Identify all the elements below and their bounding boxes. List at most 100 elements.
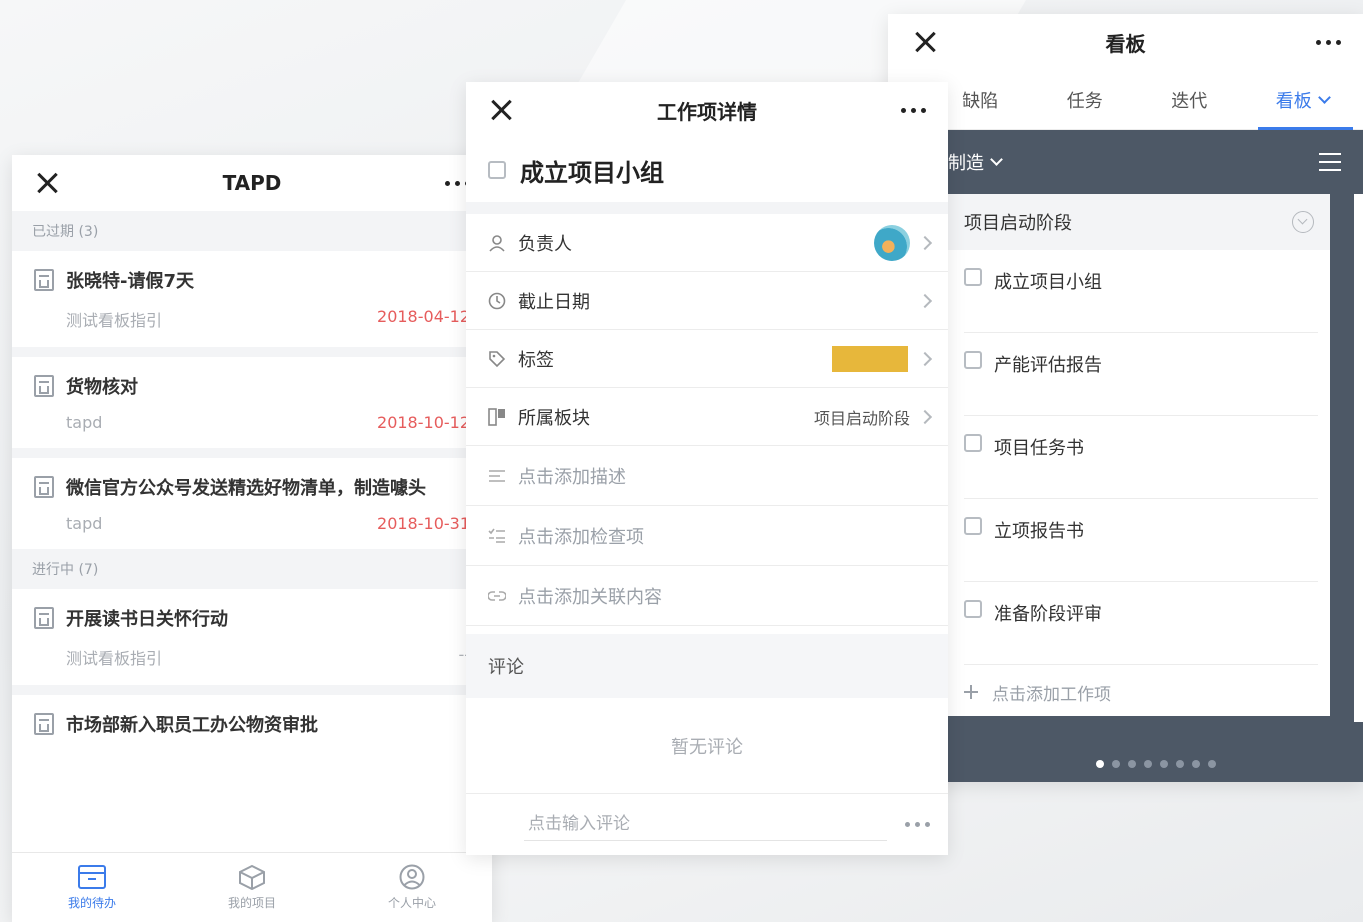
field-tag[interactable]: 标签 [466,330,948,388]
more-icon[interactable] [901,107,926,113]
add-link-button[interactable]: 点击添加关联内容 [466,566,948,626]
page-dot[interactable] [1207,760,1216,768]
page-dot[interactable] [1159,760,1168,768]
item-project: 测试看板指引 [66,311,163,330]
bottom-tabbar: 我的待办 我的项目 个人中心 [12,852,492,922]
page-dot[interactable] [1111,760,1120,768]
close-icon[interactable] [488,97,514,123]
kanban-tabs: 缺陷 任务 迭代 看板 [888,70,1363,130]
more-icon[interactable] [905,822,930,827]
page-dot[interactable] [1191,760,1200,768]
card-title: 成立项目小组 [994,272,1102,293]
tab-label: 缺陷 [962,90,999,112]
card-title: 产能评估报告 [994,355,1102,376]
chevron-right-icon [917,351,933,366]
field-label: 截止日期 [518,291,590,313]
item-title: 开展读书日关怀行动 [66,609,228,630]
kanban-card[interactable]: 准备阶段评审 [964,582,1318,665]
menu-icon[interactable] [1319,153,1341,171]
close-icon[interactable] [912,29,938,55]
tab-my-projects[interactable]: 我的项目 [172,853,332,922]
user-icon [399,864,425,890]
tab-kanban[interactable]: 看板 [1257,70,1353,130]
avatar [874,224,910,261]
checkbox[interactable] [964,268,982,286]
item-title-row: 成立项目小组 [466,138,948,202]
cube-icon [239,864,265,890]
description-icon [489,469,505,482]
add-description-button[interactable]: 点击添加描述 [466,446,948,506]
item-title: 市场部新入职员工办公物资审批 [66,715,318,736]
tab-profile[interactable]: 个人中心 [332,853,492,922]
kanban-toolbar: 制造 [888,130,1363,194]
clock-icon [488,292,506,309]
field-owner[interactable]: 负责人 [466,214,948,272]
item-title: 货物核对 [66,377,138,398]
card-title: 项目任务书 [994,438,1084,459]
item-due-date: 2018-10-12 [377,413,470,432]
person-icon [489,234,505,252]
close-icon[interactable] [34,170,60,196]
add-card-button[interactable]: 点击添加工作项 [944,665,1330,719]
detail-navbar: 工作项详情 [466,82,948,138]
tab-iterations[interactable]: 迭代 [1171,70,1207,130]
tab-bugs[interactable]: 缺陷 [962,70,998,130]
list-item[interactable]: 市场部新入职员工办公物资审批 [12,695,492,741]
page-dot[interactable] [1175,760,1184,768]
section-header: 已过期 (3) [12,211,492,251]
tab-label: 任务 [1066,90,1103,112]
checklist-icon [488,528,505,543]
checkbox[interactable] [964,351,982,369]
field-label: 负责人 [518,233,572,255]
more-icon[interactable] [1316,39,1341,45]
tab-label: 个人中心 [387,896,436,910]
plus-icon [964,685,978,699]
complete-checkbox[interactable] [488,161,506,179]
card-title: 立项报告书 [994,521,1084,542]
add-row-label: 点击添加描述 [518,466,626,488]
tab-tasks[interactable]: 任务 [1067,70,1103,130]
kanban-title: 看板 [1105,31,1146,56]
add-checklist-button[interactable]: 点击添加检查项 [466,506,948,566]
tab-label: 迭代 [1171,90,1208,112]
list-item[interactable]: 货物核对 tapd 2018-10-12 [12,357,492,458]
page-dot[interactable] [1127,760,1136,768]
document-icon [34,269,54,291]
work-item-detail-screen: 工作项详情 成立项目小组 负责人 截止日期 标签 所属板块 项目启动阶段 点击添… [466,82,948,855]
chevron-right-icon [917,409,933,424]
kanban-card[interactable]: 立项报告书 [964,499,1318,582]
kanban-card[interactable]: 成立项目小组 [964,250,1318,333]
comment-section-header: 评论 [466,634,948,698]
column-header: 项目启动阶段 [944,194,1330,250]
checkbox[interactable] [964,600,982,618]
tab-label: 我的待办 [67,896,116,910]
checkbox[interactable] [964,434,982,452]
item-title[interactable]: 成立项目小组 [520,153,664,188]
list-navbar: TAPD [12,155,492,211]
item-due-date: 2018-04-12 [377,307,470,326]
field-board[interactable]: 所属板块 项目启动阶段 [466,388,948,446]
kanban-card[interactable]: 项目任务书 [964,416,1318,499]
page-dot[interactable] [1143,760,1152,768]
item-project: tapd [66,514,103,533]
add-row-label: 点击添加关联内容 [518,586,662,608]
tab-my-todos[interactable]: 我的待办 [12,853,172,922]
list-item[interactable]: 微信官方公众号发送精选好物清单，制造噱头 tapd 2018-10-31 [12,458,492,549]
column-title: 项目启动阶段 [964,213,1072,234]
todo-list-screen: TAPD 已过期 (3) 张晓特-请假7天 测试看板指引 2018-04-12 货… [12,155,492,922]
checkbox[interactable] [964,517,982,535]
field-due-date[interactable]: 截止日期 [466,272,948,330]
comment-input[interactable] [524,808,887,841]
list-item[interactable]: 开展读书日关怀行动 测试看板指引 -- [12,589,492,695]
add-card-label: 点击添加工作项 [992,684,1111,705]
kanban-screen: 看板 缺陷 任务 迭代 看板 制造 项目启动阶段 成立项目小组 产能评估报告 项… [888,14,1363,782]
document-icon [34,476,54,498]
item-title: 微信官方公众号发送精选好物清单，制造噱头 [66,478,426,499]
list-item[interactable]: 张晓特-请假7天 测试看板指引 2018-04-12 [12,251,492,357]
tag-icon [489,350,506,367]
collapse-icon[interactable] [1292,211,1314,233]
item-title: 张晓特-请假7天 [66,271,194,292]
kanban-card[interactable]: 产能评估报告 [964,333,1318,416]
board-selector[interactable]: 制造 [948,149,1003,175]
page-dot[interactable] [1095,760,1104,768]
